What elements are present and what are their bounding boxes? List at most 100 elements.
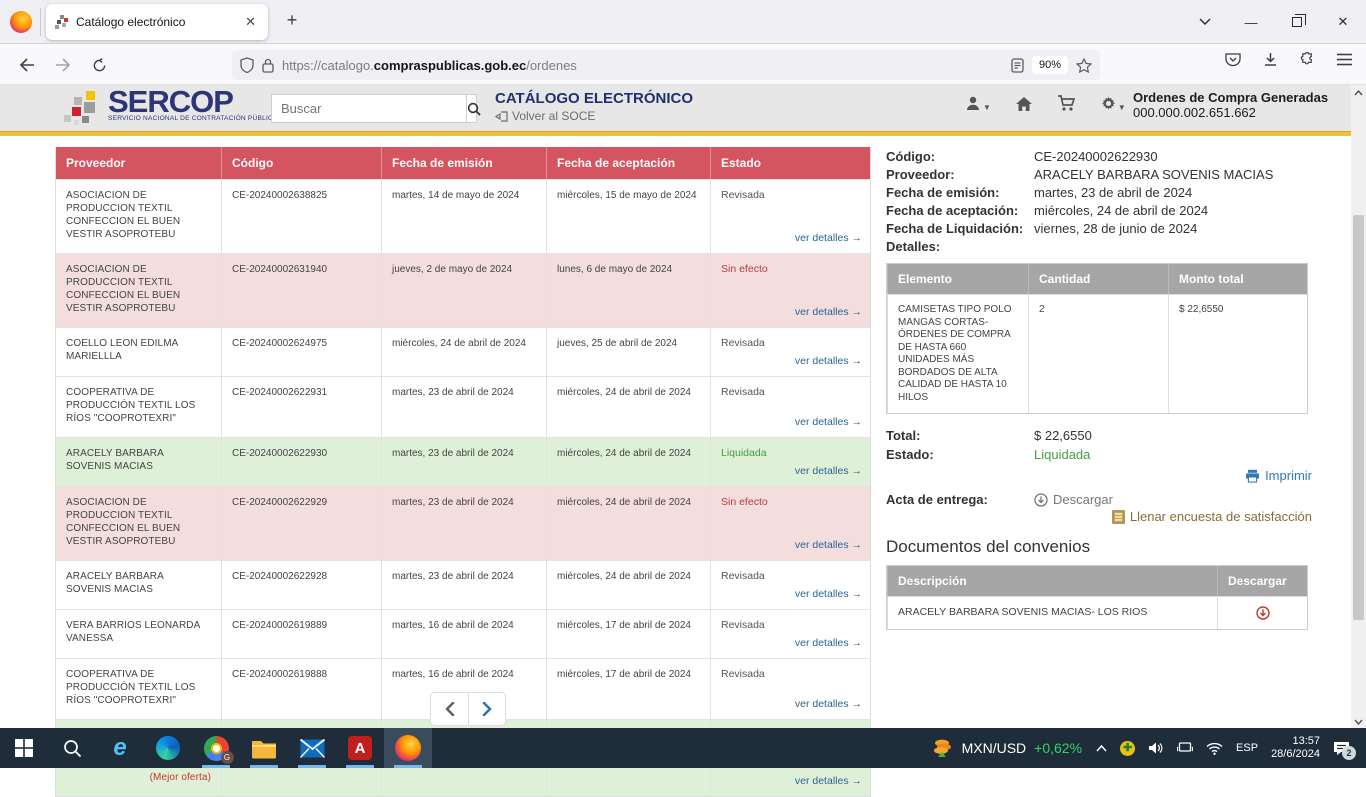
status-badge: Sin efecto	[721, 496, 768, 508]
ver-detalles-link[interactable]: ver detalles →	[795, 588, 862, 601]
sercop-logo[interactable]: SERCOP SERVICIO NACIONAL DE CONTRATACIÓN…	[108, 87, 268, 122]
liquidacion-value: viernes, 28 de junio de 2024	[1034, 220, 1308, 238]
page-scrollbar[interactable]	[1351, 85, 1366, 730]
acta-descargar-link[interactable]: Descargar	[1034, 492, 1113, 507]
search-button[interactable]	[466, 95, 481, 122]
table-row: ASOCIACION DE PRODUCCION TEXTIL CONFECCI…	[56, 179, 870, 253]
detalles-label: Detalles:	[886, 238, 1034, 256]
exit-icon	[495, 111, 508, 122]
display-cast-icon[interactable]	[1177, 741, 1193, 755]
status-badge: Sin efecto	[721, 263, 768, 275]
windows-taskbar: e G A MXN/USD +0,62%	[0, 728, 1366, 768]
scroll-up-arrow-icon[interactable]	[1351, 85, 1366, 101]
tab-separator	[40, 8, 41, 36]
prev-page-button[interactable]	[431, 693, 468, 725]
table-row: ARACELY BARBARA SOVENIS MACIAS CE-202400…	[56, 437, 870, 486]
ticker-change: +0,62%	[1034, 740, 1082, 756]
ver-detalles-link[interactable]: ver detalles →	[795, 775, 862, 788]
search-input[interactable]	[272, 95, 466, 122]
currency-ticker[interactable]: MXN/USD +0,62%	[932, 737, 1082, 759]
scrollbar-thumb[interactable]	[1353, 215, 1364, 620]
status-badge: Revisada	[721, 570, 765, 582]
window-restore-button[interactable]	[1274, 0, 1320, 44]
pocket-icon[interactable]	[1225, 52, 1241, 67]
ticker-pair: MXN/USD	[962, 740, 1027, 756]
lock-icon[interactable]	[262, 58, 274, 73]
volver-soce-link[interactable]: Volver al SOCE	[495, 109, 595, 123]
sercop-logo-subtitle: SERVICIO NACIONAL DE CONTRATACIÓN PÚBLIC…	[108, 115, 268, 122]
menu-hamburger-icon[interactable]	[1337, 53, 1352, 66]
notification-center-icon[interactable]: 2	[1333, 741, 1350, 756]
ver-detalles-link[interactable]: ver detalles →	[795, 355, 862, 368]
browser-tab[interactable]: Catálogo electrónico ✕	[46, 4, 268, 40]
status-badge: Liquidada	[721, 447, 767, 459]
reader-mode-icon[interactable]	[1011, 58, 1024, 73]
table-row: COELLO LEON EDILMA MARIELLLA CE-20240002…	[56, 327, 870, 376]
language-indicator[interactable]: ESP	[1236, 742, 1258, 754]
ver-detalles-link[interactable]: ver detalles →	[795, 637, 862, 650]
downloads-icon[interactable]	[1263, 52, 1278, 67]
tab-title: Catálogo electrónico	[76, 15, 241, 29]
extensions-icon[interactable]	[1300, 52, 1315, 67]
header-search	[271, 94, 477, 123]
browser-navbar: https://catalogo.compraspublicas.gob.ec/…	[0, 44, 1366, 85]
shield-icon[interactable]	[240, 57, 254, 73]
ver-detalles-link[interactable]: ver detalles →	[795, 306, 862, 319]
ver-detalles-link[interactable]: ver detalles →	[795, 539, 862, 552]
tab-close-icon[interactable]: ✕	[241, 12, 260, 32]
antivirus-tray-icon[interactable]: ✚	[1120, 741, 1135, 756]
liquidacion-label: Fecha de Liquidación:	[886, 220, 1034, 238]
url-bar[interactable]: https://catalogo.compraspublicas.gob.ec/…	[232, 50, 1100, 80]
tray-chevron-up-icon[interactable]	[1096, 745, 1107, 752]
firefox-logo-icon[interactable]	[10, 11, 32, 33]
ver-detalles-link[interactable]: ver detalles →	[795, 698, 862, 711]
back-button[interactable]	[14, 52, 40, 78]
cart-icon[interactable]	[1057, 95, 1076, 112]
ver-detalles-link[interactable]: ver detalles →	[795, 232, 862, 245]
mail-icon[interactable]	[288, 728, 336, 768]
firefox-taskbar-icon[interactable]	[384, 728, 432, 768]
home-icon[interactable]	[1015, 96, 1033, 112]
estado-label: Estado:	[886, 445, 1034, 464]
volume-icon[interactable]	[1148, 741, 1164, 755]
file-explorer-icon[interactable]	[240, 728, 288, 768]
forward-button[interactable]	[50, 52, 76, 78]
page-title: CATÁLOGO ELECTRÓNICO	[495, 90, 693, 107]
documentos-table: Descripción Descargar ARACELY BARBARA SO…	[886, 565, 1308, 630]
app-header: SERCOP SERVICIO NACIONAL DE CONTRATACIÓN…	[0, 85, 1366, 131]
taskbar-search-button[interactable]	[48, 728, 96, 768]
notification-badge: 2	[1342, 746, 1356, 760]
user-menu-icon[interactable]: ▼	[965, 95, 991, 112]
edge-icon[interactable]	[144, 728, 192, 768]
new-tab-button[interactable]: +	[280, 10, 304, 31]
ver-detalles-link[interactable]: ver detalles →	[795, 416, 862, 429]
window-close-button[interactable]: ✕	[1320, 0, 1366, 44]
encuesta-link[interactable]: Llenar encuesta de satisfacción	[886, 509, 1312, 524]
url-text: https://catalogo.compraspublicas.gob.ec/…	[282, 58, 1011, 73]
zoom-level-button[interactable]: 90%	[1032, 56, 1068, 74]
tab-list-chevron-icon[interactable]	[1182, 0, 1228, 44]
acrobat-icon[interactable]: A	[336, 728, 384, 768]
emision-value: martes, 23 de abril de 2024	[1034, 184, 1308, 202]
imprimir-link[interactable]: Imprimir	[886, 468, 1312, 483]
settings-gear-icon[interactable]: ▼	[1100, 95, 1126, 112]
window-minimize-button[interactable]: —	[1228, 0, 1274, 44]
table-row: ARACELY BARBARA SOVENIS MACIAS CE-202400…	[56, 560, 870, 609]
bookmark-star-icon[interactable]	[1076, 58, 1092, 73]
next-page-button[interactable]	[468, 693, 505, 725]
proveedor-value: ARACELY BARBARA SOVENIS MACIAS	[1034, 166, 1308, 184]
internet-explorer-icon[interactable]: e	[96, 728, 144, 768]
orders-table-header: Proveedor Código Fecha de emisión Fecha …	[56, 147, 870, 179]
download-circle-icon	[1034, 493, 1048, 507]
wifi-icon[interactable]	[1206, 742, 1223, 755]
clock[interactable]: 13:57 28/6/2024	[1271, 735, 1320, 761]
chrome-icon[interactable]: G	[192, 728, 240, 768]
status-badge: Revisada	[721, 337, 765, 349]
total-value: $ 22,6550	[1034, 426, 1092, 445]
documento-descargar-button[interactable]	[1217, 596, 1307, 629]
order-detail-panel: Código:CE-20240002622930 Proveedor:ARACE…	[886, 148, 1308, 630]
reload-button[interactable]	[86, 52, 112, 78]
start-button[interactable]	[0, 728, 48, 768]
emision-label: Fecha de emisión:	[886, 184, 1034, 202]
ver-detalles-link[interactable]: ver detalles →	[795, 465, 862, 478]
